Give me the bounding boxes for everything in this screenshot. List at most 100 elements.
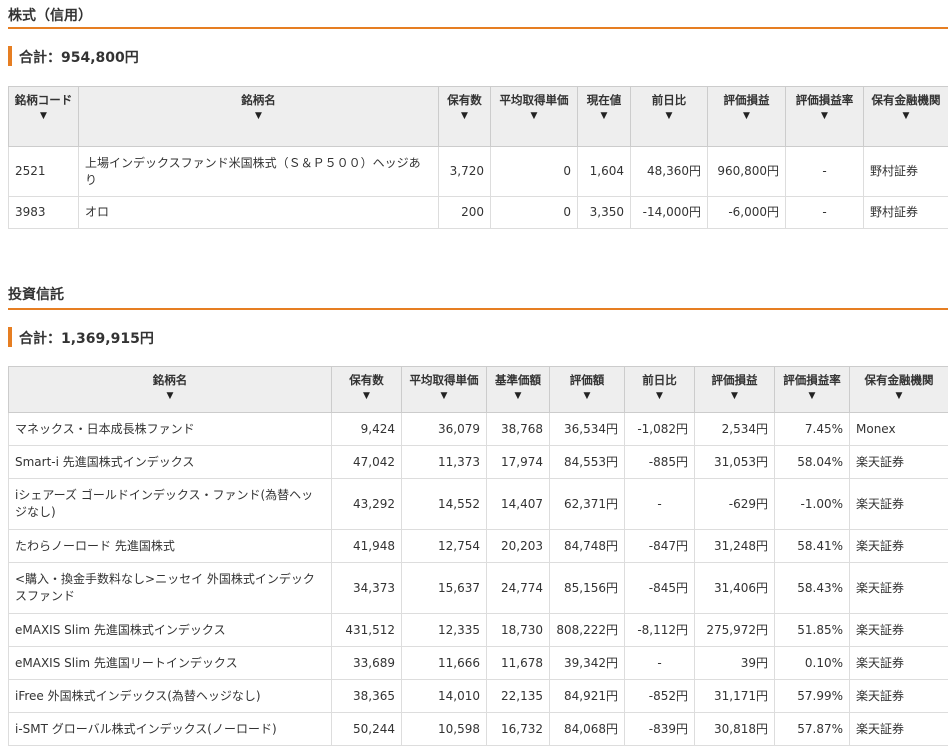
sort-desc-icon[interactable]: ▼ (12, 390, 328, 402)
sort-desc-icon[interactable]: ▼ (698, 390, 771, 402)
nav-cell: 17,974 (486, 445, 550, 479)
table-row: 2521 上場インデックスファンド米国株式（Ｓ＆Ｐ５００）ヘッジあり 3,720 0 1… (8, 146, 948, 197)
column-header-label: 保有数 (349, 373, 384, 387)
institution-cell: 楽天証券 (849, 712, 948, 746)
sort-desc-icon[interactable]: ▼ (581, 110, 627, 122)
column-header-label: 平均取得単価 (409, 373, 479, 387)
column-header-label: 銘柄コード (14, 93, 73, 107)
avg-cost-cell: 11,373 (401, 445, 487, 479)
profit-rate-cell: 0.10% (774, 646, 850, 680)
column-header[interactable]: 保有数 ▼ (438, 86, 491, 147)
avg-cost-cell: 10,598 (401, 712, 487, 746)
column-header-label: 保有数 (447, 93, 482, 107)
sort-desc-icon[interactable]: ▼ (12, 110, 75, 122)
institution-cell: 楽天証券 (849, 679, 948, 713)
sort-desc-icon[interactable]: ▼ (628, 390, 691, 402)
quantity-cell: 41,948 (331, 529, 402, 563)
fund-total-marker (8, 327, 12, 347)
quantity-cell: 3,720 (438, 146, 491, 197)
table-row: <購入・換金手数料なし>ニッセイ 外国株式インデックスファンド 34,373 15,… (8, 562, 948, 614)
quantity-cell: 38,365 (331, 679, 402, 713)
fund-name-cell: マネックス・日本成長株ファンド (8, 412, 332, 446)
sort-desc-icon[interactable]: ▼ (494, 110, 574, 122)
institution-cell: 楽天証券 (849, 646, 948, 680)
nav-cell: 11,678 (486, 646, 550, 680)
nav-cell: 18,730 (486, 613, 550, 647)
sort-desc-icon[interactable]: ▼ (711, 110, 782, 122)
sort-desc-icon[interactable]: ▼ (335, 390, 398, 402)
nav-cell: 20,203 (486, 529, 550, 563)
table-row: eMAXIS Slim 先進国株式インデックス 431,512 12,335 18,7… (8, 613, 948, 647)
fund-name-cell: iシェアーズ ゴールドインデックス・ファンド(為替ヘッジなし) (8, 478, 332, 530)
column-header[interactable]: 前日比 ▼ (624, 366, 695, 413)
column-header-label: 保有金融機関 (864, 373, 934, 387)
profit-rate-cell: -1.00% (774, 478, 850, 530)
stock-section-title: 株式（信用） (8, 8, 92, 24)
profit-rate-cell: 57.99% (774, 679, 850, 713)
column-header-label: 平均取得単価 (499, 93, 569, 107)
day-change-cell: -845円 (624, 562, 695, 614)
sort-desc-icon[interactable]: ▼ (634, 110, 704, 122)
sort-desc-icon[interactable]: ▼ (405, 390, 483, 402)
column-header[interactable]: 評価損益率 ▼ (785, 86, 864, 147)
sort-desc-icon[interactable]: ▼ (553, 390, 621, 402)
stock-name-cell: 上場インデックスファンド米国株式（Ｓ＆Ｐ５００）ヘッジあり (78, 146, 439, 197)
column-header[interactable]: 現在値 ▼ (577, 86, 631, 147)
sort-desc-icon[interactable]: ▼ (442, 110, 487, 122)
fund-section-title: 投資信託 (8, 287, 64, 303)
profit-rate-cell: 57.87% (774, 712, 850, 746)
column-header[interactable]: 保有数 ▼ (331, 366, 402, 413)
avg-cost-cell: 36,079 (401, 412, 487, 446)
column-header-label: 銘柄名 (241, 93, 276, 107)
table-row: Smart-i 先進国株式インデックス 47,042 11,373 17,974 84,… (8, 445, 948, 479)
column-header[interactable]: 評価額 ▼ (549, 366, 625, 413)
stock-code-cell: 3983 (8, 196, 79, 229)
sort-desc-icon[interactable]: ▼ (853, 390, 945, 402)
column-header[interactable]: 評価損益率 ▼ (774, 366, 850, 413)
table-row: マネックス・日本成長株ファンド 9,424 36,079 38,768 36,534円 -… (8, 412, 948, 446)
sort-desc-icon[interactable]: ▼ (490, 390, 546, 402)
institution-cell: 楽天証券 (849, 478, 948, 530)
profit-loss-cell: 31,053円 (694, 445, 775, 479)
sort-desc-icon[interactable]: ▼ (82, 110, 435, 122)
valuation-cell: 84,921円 (549, 679, 625, 713)
day-change-cell: -885円 (624, 445, 695, 479)
profit-loss-cell: 275,972円 (694, 613, 775, 647)
column-header[interactable]: 銘柄コード ▼ (8, 86, 79, 147)
sort-desc-icon[interactable]: ▼ (867, 110, 945, 122)
profit-rate-cell: - (785, 146, 864, 197)
column-header[interactable]: 評価損益 ▼ (694, 366, 775, 413)
fund-name-cell: i-SMT グローバル株式インデックス(ノーロード) (8, 712, 332, 746)
sort-desc-icon[interactable]: ▼ (789, 110, 860, 122)
column-header[interactable]: 平均取得単価 ▼ (490, 86, 578, 147)
valuation-cell: 84,068円 (549, 712, 625, 746)
column-header-label: 銘柄名 (152, 373, 188, 387)
avg-cost-cell: 14,010 (401, 679, 487, 713)
column-header[interactable]: 評価損益 ▼ (707, 86, 786, 147)
stock-total-marker (8, 46, 12, 66)
institution-cell: Monex (849, 412, 948, 446)
column-header[interactable]: 保有金融機関 ▼ (863, 86, 948, 147)
column-header[interactable]: 保有金融機関 ▼ (849, 366, 948, 413)
fund-section-divider (8, 308, 948, 310)
fund-name-cell: <購入・換金手数料なし>ニッセイ 外国株式インデックスファンド (8, 562, 332, 614)
profit-loss-cell: 31,248円 (694, 529, 775, 563)
price-cell: 1,604 (577, 146, 631, 197)
stock-code-cell: 2521 (8, 146, 79, 197)
column-header[interactable]: 平均取得単価 ▼ (401, 366, 487, 413)
quantity-cell: 34,373 (331, 562, 402, 614)
quantity-cell: 200 (438, 196, 491, 229)
sort-desc-icon[interactable]: ▼ (778, 390, 846, 402)
avg-cost-cell: 12,754 (401, 529, 487, 563)
column-header[interactable]: 銘柄名 ▼ (8, 366, 332, 413)
column-header[interactable]: 基準価額 ▼ (486, 366, 550, 413)
fund-total: 合計：1,369,915円 (19, 331, 154, 347)
column-header[interactable]: 前日比 ▼ (630, 86, 708, 147)
day-change-cell: -14,000円 (630, 196, 708, 229)
quantity-cell: 431,512 (331, 613, 402, 647)
fund-name-cell: eMAXIS Slim 先進国株式インデックス (8, 613, 332, 647)
price-cell: 3,350 (577, 196, 631, 229)
column-header[interactable]: 銘柄名 ▼ (78, 86, 439, 147)
valuation-cell: 62,371円 (549, 478, 625, 530)
column-header-label: 評価額 (569, 373, 605, 387)
